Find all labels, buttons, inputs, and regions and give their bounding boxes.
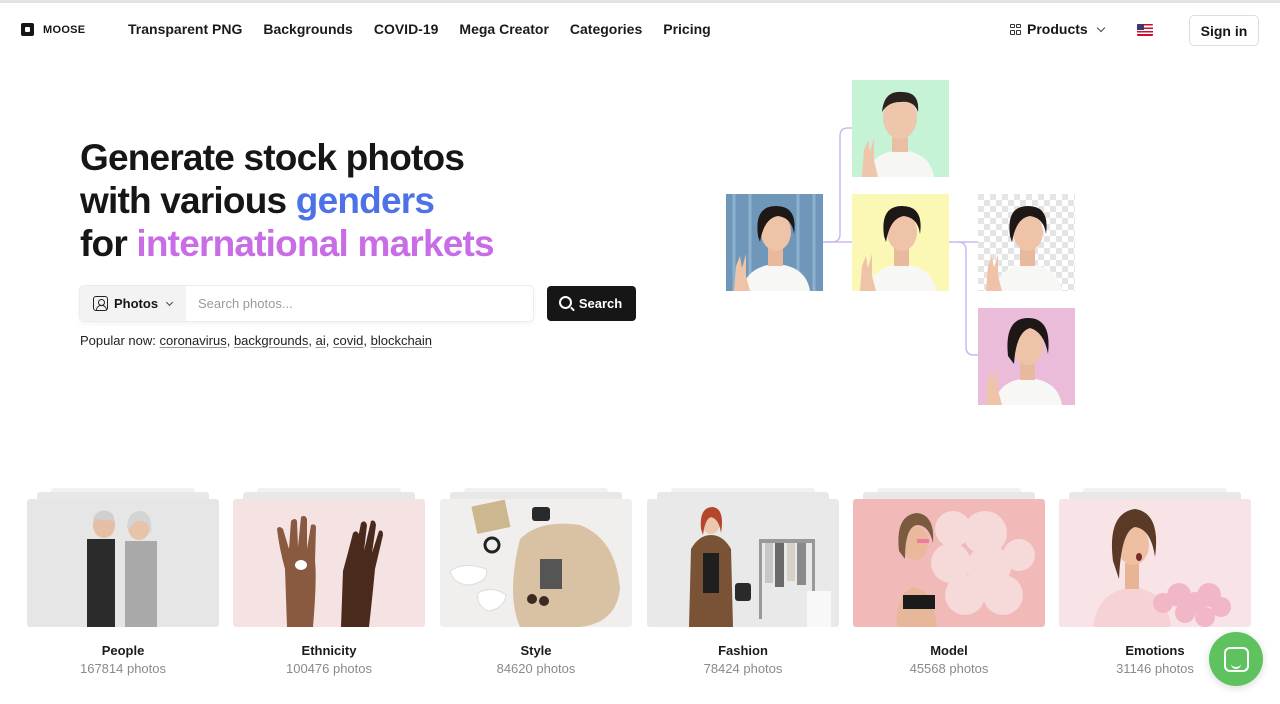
portrait-female-yellow	[852, 194, 949, 291]
moose-logo-icon	[21, 23, 34, 36]
popular-prefix: Popular now:	[80, 333, 156, 348]
category-thumbnail[interactable]	[1059, 499, 1251, 627]
popular-term-blockchain[interactable]: blockchain	[371, 333, 432, 348]
grid-icon	[1010, 23, 1021, 35]
nav-item-pricing[interactable]: Pricing	[663, 21, 710, 37]
hero-line-2-prefix: with various	[80, 180, 296, 221]
nav-item-covid-19[interactable]: COVID-19	[374, 21, 439, 37]
popular-term-ai[interactable]: ai	[316, 333, 326, 348]
popular-term-coronavirus[interactable]: coronavirus	[160, 333, 227, 348]
category-thumbnail[interactable]	[440, 499, 632, 627]
nav-item-backgrounds[interactable]: Backgrounds	[263, 21, 352, 37]
logo[interactable]: MOOSE	[21, 23, 85, 36]
popular-term-backgrounds[interactable]: backgrounds	[234, 333, 308, 348]
chevron-down-icon	[1096, 23, 1105, 32]
category-name: Style	[520, 643, 552, 658]
search-type-label: Photos	[114, 296, 159, 311]
hero-line-1: Generate stock photos	[80, 137, 465, 178]
nav-item-mega-creator[interactable]: Mega Creator	[459, 21, 548, 37]
popular-term-covid[interactable]: covid	[333, 333, 363, 348]
portrait-female-wood	[726, 194, 823, 291]
products-label: Products	[1027, 21, 1088, 37]
category-name: Ethnicity	[301, 643, 357, 658]
category-name: Model	[930, 643, 968, 658]
hero-title: Generate stock photos with various gende…	[80, 136, 640, 265]
search-icon	[558, 296, 572, 309]
nav-item-categories[interactable]: Categories	[570, 21, 642, 37]
chat-icon	[1223, 646, 1249, 672]
category-count: 45568 photos	[909, 661, 989, 676]
category-count: 100476 photos	[285, 661, 373, 676]
search-button-label: Search	[578, 296, 623, 311]
search-button[interactable]: Search	[547, 286, 636, 321]
hero-highlight-genders: genders	[295, 180, 435, 221]
search-input[interactable]	[186, 286, 533, 321]
us-flag-icon[interactable]	[1137, 24, 1153, 36]
search-bar: Photos	[80, 286, 533, 321]
products-menu[interactable]: Products	[1010, 21, 1105, 37]
portrait-female-transparent	[978, 194, 1075, 291]
site-header: MOOSE Transparent PNG Backgrounds COVID-…	[0, 3, 1280, 55]
portrait-female-pink	[978, 308, 1075, 405]
hero-highlight-markets: international markets	[136, 223, 494, 264]
category-count: 84620 photos	[496, 661, 576, 676]
chevron-down-icon	[166, 298, 174, 306]
category-count: 167814 photos	[79, 661, 167, 676]
hero-line-3-prefix: for	[80, 223, 137, 264]
category-count: 78424 photos	[703, 661, 783, 676]
category-thumbnail[interactable]	[233, 499, 425, 627]
search-type-dropdown[interactable]: Photos	[80, 286, 186, 321]
category-name: People	[101, 643, 145, 658]
main-nav: Transparent PNG Backgrounds COVID-19 Meg…	[128, 21, 711, 37]
photo-icon	[93, 296, 108, 311]
category-thumbnail[interactable]	[27, 499, 219, 627]
chat-button[interactable]	[1209, 632, 1263, 686]
popular-searches: Popular now: coronavirus, backgrounds, a…	[80, 333, 433, 348]
category-thumbnail[interactable]	[647, 499, 839, 627]
sign-in-button[interactable]: Sign in	[1189, 15, 1259, 46]
nav-item-transparent-png[interactable]: Transparent PNG	[128, 21, 242, 37]
category-thumbnail[interactable]	[853, 499, 1045, 627]
portrait-male-green	[852, 80, 949, 177]
logo-text: MOOSE	[43, 23, 86, 36]
category-name: Fashion	[718, 643, 768, 658]
